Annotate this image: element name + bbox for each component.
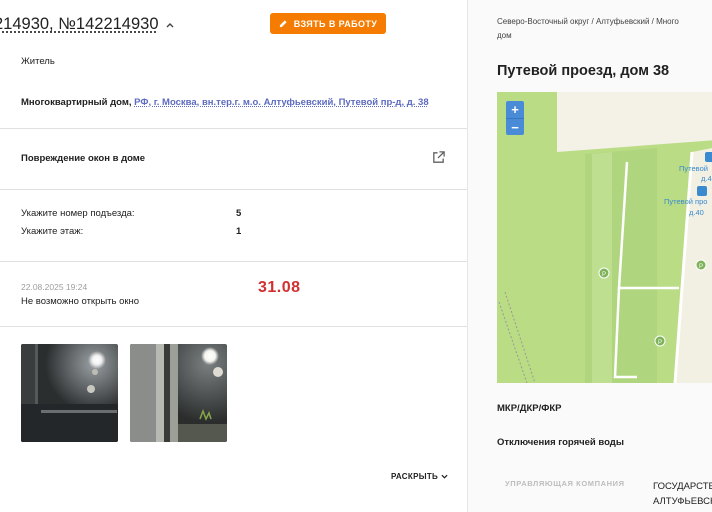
map[interactable]: P P P + − Путевой д.4 Путевой про д.40 bbox=[497, 92, 712, 383]
take-to-work-button[interactable]: ВЗЯТЬ В РАБОТУ bbox=[270, 13, 386, 34]
address-link[interactable]: РФ, г. Москва, вн.тер.г. м.о. Алтуфьевск… bbox=[134, 97, 428, 108]
address: Многоквартирный дом, РФ, г. Москва, вн.т… bbox=[21, 97, 429, 108]
divider bbox=[0, 128, 467, 129]
floor-value: 1 bbox=[236, 226, 242, 237]
breadcrumb: Северо-Восточный округ / Алтуфьевский / … bbox=[497, 15, 712, 43]
divider bbox=[0, 261, 467, 262]
message-text: Не возможно открыть окно bbox=[21, 296, 140, 307]
problem-type: Повреждение окон в доме bbox=[21, 153, 146, 164]
zoom-out-button[interactable]: − bbox=[506, 118, 524, 135]
expand-label: РАСКРЫТЬ bbox=[391, 472, 439, 481]
expand-button[interactable]: РАСКРЫТЬ bbox=[391, 472, 448, 481]
message-datetime: 22.08.2025 19:24 bbox=[21, 282, 88, 292]
svg-text:P: P bbox=[699, 264, 703, 270]
handwritten-date-annotation: 31.08 bbox=[258, 279, 301, 296]
breadcrumb-line[interactable]: дом bbox=[497, 29, 712, 43]
zoom-in-button[interactable]: + bbox=[506, 101, 524, 118]
divider bbox=[0, 189, 467, 190]
map-canvas[interactable]: P P P bbox=[497, 92, 712, 383]
map-label: д.4 bbox=[701, 174, 712, 183]
entrance-value: 5 bbox=[236, 208, 242, 219]
open-external-icon[interactable] bbox=[431, 150, 446, 165]
take-to-work-label: ВЗЯТЬ В РАБОТУ bbox=[293, 18, 378, 29]
appeal-number[interactable]: 214930, №142214930 bbox=[0, 15, 159, 34]
svg-text:P: P bbox=[602, 272, 606, 278]
hot-water-outage-row[interactable]: Отключения горячей воды bbox=[497, 437, 624, 448]
breadcrumb-line[interactable]: Северо-Восточный округ / Алтуфьевский / … bbox=[497, 15, 712, 29]
repair-program-row[interactable]: МКР/ДКР/ФКР bbox=[497, 403, 561, 414]
building-title: Путевой проезд, дом 38 bbox=[497, 63, 670, 79]
building-info-panel: Северо-Восточный округ / Алтуфьевский / … bbox=[467, 0, 712, 512]
management-company-header: УПРАВЛЯЮЩАЯ КОМПАНИЯ bbox=[505, 479, 625, 488]
map-label: д.40 bbox=[689, 208, 704, 217]
floor-label: Укажите этаж: bbox=[21, 226, 84, 237]
management-company-line: ГОСУДАРСТВ bbox=[653, 481, 712, 492]
map-zoom-control: + − bbox=[506, 101, 524, 135]
map-label: Путевой про bbox=[664, 197, 708, 206]
chevron-up-icon[interactable] bbox=[165, 20, 175, 30]
divider bbox=[0, 326, 467, 327]
photo-thumbnail[interactable] bbox=[21, 344, 118, 442]
management-company-value: ГОСУДАРСТВ АЛТУФЬЕВСК bbox=[653, 479, 712, 509]
appeal-title[interactable]: 214930, №142214930 bbox=[0, 15, 175, 34]
pencil-icon bbox=[279, 20, 287, 28]
chevron-down-icon bbox=[441, 474, 448, 479]
author-type: Житель bbox=[21, 56, 55, 67]
management-company-line: АЛТУФЬЕВСК bbox=[653, 496, 712, 507]
entrance-label: Укажите номер подъезда: bbox=[21, 208, 135, 219]
address-prefix: Многоквартирный дом, bbox=[21, 97, 132, 108]
map-label: Путевой bbox=[679, 164, 708, 173]
photo-thumbnail[interactable] bbox=[130, 344, 227, 442]
svg-text:P: P bbox=[658, 340, 662, 346]
appeal-details-panel: 214930, №142214930 ВЗЯТЬ В РАБОТУ Житель… bbox=[0, 0, 467, 512]
